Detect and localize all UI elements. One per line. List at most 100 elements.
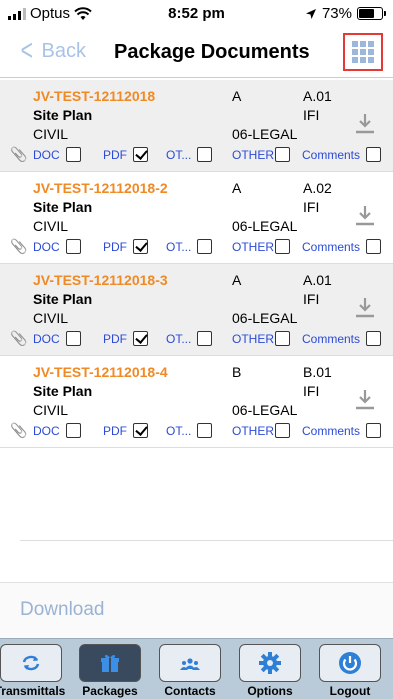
tab-logout[interactable] xyxy=(319,644,381,682)
pdf-label: PDF xyxy=(103,423,127,438)
document-code: JV-TEST-12112018-4 xyxy=(33,364,168,380)
document-discipline: CIVIL xyxy=(33,402,69,418)
document-list: JV-TEST-12112018 Site Plan CIVIL A A.01 … xyxy=(0,80,393,448)
other-option[interactable]: OTHER xyxy=(232,423,290,438)
doc-label: DOC xyxy=(33,423,60,438)
back-label: Back xyxy=(41,39,86,62)
tab-options[interactable] xyxy=(239,644,301,682)
download-icon[interactable] xyxy=(354,296,376,320)
back-button[interactable]: < Back xyxy=(18,34,86,67)
page: Optus 8:52 pm 73% < Back Package Documen… xyxy=(0,0,393,699)
other-option[interactable]: OTHER xyxy=(232,239,290,254)
comments-checkbox[interactable] xyxy=(366,331,382,346)
document-revision: A xyxy=(232,88,242,104)
pdf-option[interactable]: PDF xyxy=(103,331,148,346)
status-right: 73% xyxy=(305,5,386,22)
other-label: OTHER xyxy=(232,331,274,346)
document-row[interactable]: JV-TEST-12112018-3 Site Plan CIVIL A A.0… xyxy=(0,264,393,356)
pdf-checkbox[interactable] xyxy=(133,239,148,254)
ot-option[interactable]: OT... xyxy=(166,331,213,346)
comments-label: Comments xyxy=(302,239,361,254)
ot-checkbox[interactable] xyxy=(197,331,213,346)
ot-label: OT... xyxy=(166,239,192,254)
download-button[interactable]: Download xyxy=(20,599,105,621)
document-discipline: CIVIL xyxy=(33,126,69,142)
comments-checkbox[interactable] xyxy=(366,423,382,438)
document-version: A.01 xyxy=(303,272,332,288)
tab-packages-label: Packages xyxy=(82,684,138,698)
ot-option[interactable]: OT... xyxy=(166,423,213,438)
doc-option[interactable]: DOC xyxy=(33,147,81,162)
other-option[interactable]: OTHER xyxy=(232,331,290,346)
doc-option[interactable]: DOC xyxy=(33,423,81,438)
status-bar: Optus 8:52 pm 73% xyxy=(0,0,393,30)
document-title: Site Plan xyxy=(33,199,93,215)
document-category: 06-LEGAL xyxy=(232,218,298,234)
document-revision: A xyxy=(232,272,242,288)
battery-icon xyxy=(357,7,386,20)
document-status: IFI xyxy=(303,383,320,399)
doc-checkbox[interactable] xyxy=(65,239,81,254)
grid-view-button[interactable] xyxy=(343,33,383,71)
ot-checkbox[interactable] xyxy=(197,423,213,438)
download-icon[interactable] xyxy=(354,204,376,228)
other-option[interactable]: OTHER xyxy=(232,147,290,162)
pdf-label: PDF xyxy=(103,147,127,162)
doc-label: DOC xyxy=(33,147,60,162)
tab-transmittals[interactable] xyxy=(0,644,62,682)
doc-option[interactable]: DOC xyxy=(33,331,81,346)
document-discipline: CIVIL xyxy=(33,310,69,326)
document-code: JV-TEST-12112018-2 xyxy=(33,180,168,196)
comments-checkbox[interactable] xyxy=(366,147,382,162)
comments-label: Comments xyxy=(302,423,361,438)
other-label: OTHER xyxy=(232,239,274,254)
pdf-option[interactable]: PDF xyxy=(103,147,148,162)
download-icon[interactable] xyxy=(354,388,376,412)
tab-packages[interactable] xyxy=(79,644,141,682)
pdf-checkbox[interactable] xyxy=(133,331,148,346)
document-title: Site Plan xyxy=(33,383,93,399)
comments-option[interactable]: Comments xyxy=(302,239,382,254)
document-version: A.02 xyxy=(303,180,332,196)
document-row[interactable]: JV-TEST-12112018-2 Site Plan CIVIL A A.0… xyxy=(0,172,393,264)
ot-label: OT... xyxy=(166,331,192,346)
ot-option[interactable]: OT... xyxy=(166,239,213,254)
tab-contacts[interactable] xyxy=(159,644,221,682)
comments-label: Comments xyxy=(302,331,361,346)
other-checkbox[interactable] xyxy=(275,423,290,438)
comments-option[interactable]: Comments xyxy=(302,423,382,438)
tab-contacts-label: Contacts xyxy=(164,684,216,698)
doc-checkbox[interactable] xyxy=(65,423,81,438)
other-checkbox[interactable] xyxy=(275,331,290,346)
attachment-icon: 📎 xyxy=(10,146,28,162)
ot-checkbox[interactable] xyxy=(197,239,213,254)
page-title: Package Documents xyxy=(114,41,310,63)
download-bar: Download xyxy=(0,582,393,638)
doc-checkbox[interactable] xyxy=(65,331,81,346)
other-checkbox[interactable] xyxy=(275,147,290,162)
document-title: Site Plan xyxy=(33,107,93,123)
document-code: JV-TEST-12112018-3 xyxy=(33,272,168,288)
document-title: Site Plan xyxy=(33,291,93,307)
document-row[interactable]: JV-TEST-12112018 Site Plan CIVIL A A.01 … xyxy=(0,80,393,172)
ot-checkbox[interactable] xyxy=(197,147,213,162)
tab-transmittals-label: Transmittals xyxy=(0,684,66,698)
doc-checkbox[interactable] xyxy=(65,147,81,162)
pdf-checkbox[interactable] xyxy=(133,147,148,162)
comments-checkbox[interactable] xyxy=(366,239,382,254)
tab-options-label: Options xyxy=(247,684,293,698)
document-status: IFI xyxy=(303,199,320,215)
attachment-icon: 📎 xyxy=(10,330,28,346)
pdf-option[interactable]: PDF xyxy=(103,239,148,254)
comments-option[interactable]: Comments xyxy=(302,147,382,162)
document-revision: B xyxy=(232,364,242,380)
chevron-left-icon: < xyxy=(20,34,33,67)
comments-option[interactable]: Comments xyxy=(302,331,382,346)
other-checkbox[interactable] xyxy=(275,239,290,254)
pdf-checkbox[interactable] xyxy=(133,423,148,438)
pdf-option[interactable]: PDF xyxy=(103,423,148,438)
ot-option[interactable]: OT... xyxy=(166,147,213,162)
document-row[interactable]: JV-TEST-12112018-4 Site Plan CIVIL B B.0… xyxy=(0,356,393,448)
doc-option[interactable]: DOC xyxy=(33,239,81,254)
download-icon[interactable] xyxy=(354,112,376,136)
